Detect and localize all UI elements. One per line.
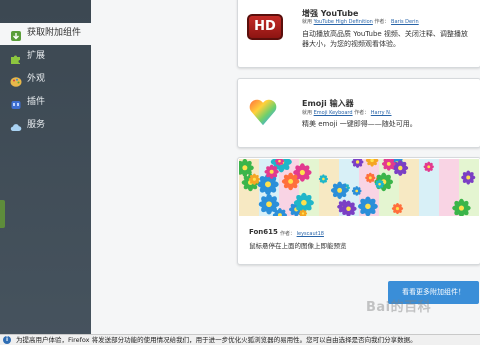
addon-description: 精美 emoji 一键即得——随处可用。 bbox=[302, 119, 472, 129]
sidebar-item-extensions[interactable]: 扩展 bbox=[0, 46, 91, 68]
cloud-icon bbox=[10, 119, 22, 131]
notification-bar: i 为提高用户体验，Firefox 将发送部分功能的使用情况给我们，用于进一步优… bbox=[0, 334, 480, 345]
sidebar-item-get-addons[interactable]: 获取附加组件 bbox=[0, 23, 91, 45]
addon-author-link[interactable]: Baris Derin bbox=[391, 19, 419, 25]
plugin-icon bbox=[10, 96, 22, 108]
sidebar-item-appearance[interactable]: 外观 bbox=[0, 69, 91, 91]
addon-list: HD 增强 YouTube 就用 YouTube High Definition… bbox=[91, 0, 480, 344]
addon-card-theme[interactable]: Fon615 作者： leyscaut18 鼠标悬停在上面的图像上即能预览 bbox=[237, 157, 480, 265]
side-grip[interactable] bbox=[0, 200, 5, 228]
addon-description: 鼠标悬停在上面的图像上即能预览 bbox=[249, 241, 474, 251]
addon-card-youtube[interactable]: HD 增强 YouTube 就用 YouTube High Definition… bbox=[237, 0, 480, 68]
addon-card-emoji[interactable]: Emoji 输入器 就用 Emoji Keyboard 作者： Harry N.… bbox=[237, 78, 480, 148]
sidebar-item-label: 获取附加组件 bbox=[27, 27, 81, 39]
sidebar-item-plugins[interactable]: 插件 bbox=[0, 92, 91, 114]
addon-byline: 作者： leyscaut18 bbox=[280, 230, 324, 237]
addon-byline: 就用 Emoji Keyboard 作者： Harry N. bbox=[302, 109, 392, 116]
addon-name: Fon615 bbox=[249, 228, 278, 236]
sidebar-item-label: 服务 bbox=[27, 119, 45, 131]
info-icon: i bbox=[3, 336, 11, 344]
sidebar-item-services[interactable]: 服务 bbox=[0, 115, 91, 137]
sidebar: 获取附加组件 扩展 外观 插件 服务 bbox=[0, 0, 91, 344]
puzzle-download-icon bbox=[10, 27, 22, 39]
addon-source-link[interactable]: Emoji Keyboard bbox=[314, 110, 353, 116]
floral-pattern-image bbox=[239, 159, 479, 216]
addon-source-link[interactable]: YouTube High Definition bbox=[314, 19, 373, 25]
puzzle-icon bbox=[10, 50, 22, 62]
heart-icon bbox=[248, 96, 278, 128]
sidebar-item-label: 外观 bbox=[27, 73, 45, 85]
addon-name: Emoji 输入器 bbox=[302, 98, 354, 109]
addon-byline: 就用 YouTube High Definition 作者： Baris Der… bbox=[302, 18, 419, 25]
addon-description: 自动播放高品质 YouTube 视频、关闭注释、调整播放器大小，为您的视频观看体… bbox=[302, 29, 472, 49]
addon-author-link[interactable]: leyscaut18 bbox=[297, 231, 324, 237]
palette-icon bbox=[10, 73, 22, 85]
addon-author-link[interactable]: Harry N. bbox=[371, 110, 392, 116]
sidebar-item-label: 扩展 bbox=[27, 50, 45, 62]
watermark: Bai的百科 bbox=[366, 296, 431, 315]
hd-icon: HD bbox=[247, 14, 283, 40]
sidebar-item-label: 插件 bbox=[27, 96, 45, 108]
